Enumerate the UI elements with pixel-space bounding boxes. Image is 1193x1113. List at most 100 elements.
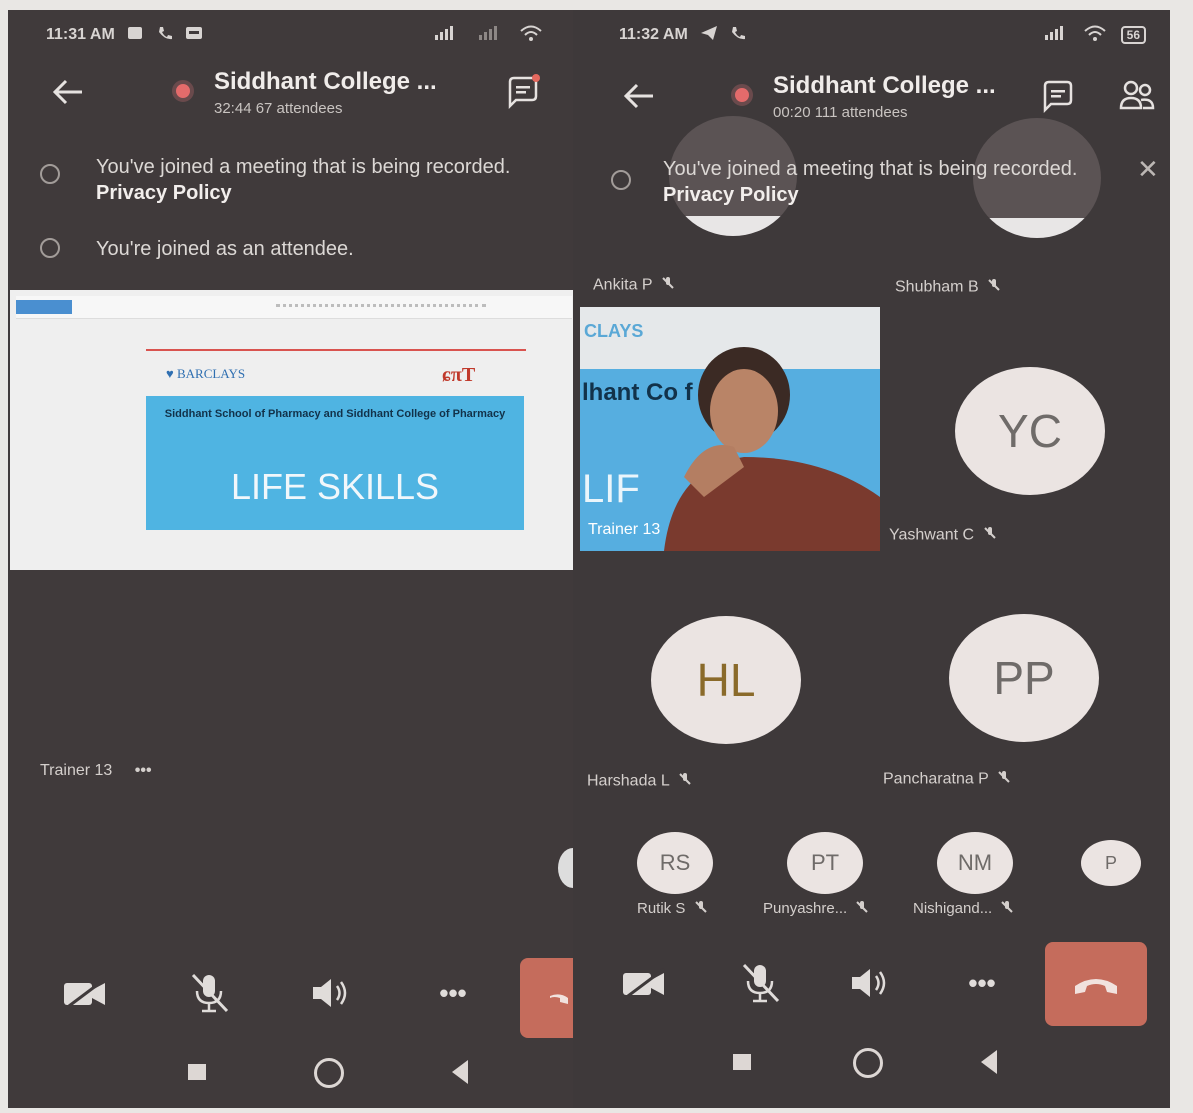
status-bar: 11:32 AM 56	[619, 22, 1146, 48]
phone-call-icon	[730, 25, 746, 46]
participant-name: Punyashre...	[763, 900, 848, 917]
toolbar-placeholder	[276, 304, 486, 311]
recents-button-icon[interactable]	[188, 1064, 206, 1080]
avatar-harshada[interactable]: HL	[651, 616, 801, 744]
presenter-name: Trainer 13	[40, 762, 113, 779]
participant-name: Nishigand...	[913, 900, 993, 917]
info-icon	[40, 238, 60, 258]
hang-up-button[interactable]	[520, 958, 573, 1038]
recording-notice: You've joined a meeting that is being re…	[663, 156, 1093, 208]
video-slide-text-3: LIF	[582, 467, 640, 511]
home-button-icon[interactable]	[314, 1058, 344, 1088]
avatar-p[interactable]: P	[1081, 840, 1141, 886]
slide-title-box: Siddhant School of Pharmacy and Siddhant…	[146, 396, 524, 530]
presenter-more-button[interactable]: •••	[135, 762, 152, 779]
participant-video-trainer[interactable]: CLAYS lhant Co f Phar LIF Trainer 13	[580, 307, 880, 551]
teams-notification-icon	[127, 25, 145, 46]
avatar-yashwant[interactable]: YC	[955, 367, 1105, 495]
hang-up-icon	[1075, 979, 1117, 994]
message-notification-icon	[185, 26, 203, 45]
cell-signal-icon	[1041, 25, 1069, 46]
shared-screen-content[interactable]: ♥ BARCLAYS ɕπT Siddhant School of Pharma…	[10, 290, 573, 570]
avatar-pancharatna[interactable]: PP	[949, 614, 1099, 742]
video-slide-text-1: CLAYS	[584, 321, 644, 341]
cell-signal-icon	[431, 25, 461, 46]
meeting-duration-attendees: 00:20 111 attendees	[773, 104, 908, 121]
hang-up-button[interactable]	[1045, 942, 1147, 1026]
recents-button-icon[interactable]	[733, 1054, 751, 1070]
avatar-nishigand[interactable]: NM	[937, 832, 1013, 894]
mic-muted-icon	[1000, 900, 1014, 918]
participant-name: Rutik S	[637, 900, 686, 917]
meeting-header: Siddhant College ... 00:20 111 attendees	[573, 64, 1170, 134]
participants-icon[interactable]	[1117, 76, 1157, 116]
participant-label-shubham: Shubham B	[895, 278, 1001, 297]
participant-label-harshada: Harshada L	[587, 772, 692, 791]
mic-off-icon[interactable]	[735, 958, 785, 1008]
telegram-notification-icon	[700, 25, 718, 46]
presenter-label: Trainer 13 •••	[40, 762, 152, 780]
mic-off-icon[interactable]	[184, 968, 234, 1018]
chat-icon[interactable]	[1037, 76, 1077, 116]
attendee-notice: You're joined as an attendee.	[96, 238, 354, 260]
cell-signal-2-icon	[475, 25, 505, 46]
privacy-policy-link[interactable]: Privacy Policy	[663, 184, 799, 206]
status-time: 11:31 AM	[46, 26, 115, 43]
participant-name: Harshada L	[587, 772, 670, 790]
status-bar: 11:31 AM	[46, 22, 543, 48]
camera-off-icon[interactable]	[619, 958, 669, 1008]
strip-label-nishigand: Nishigand...	[913, 900, 1014, 918]
chat-icon[interactable]	[502, 72, 542, 112]
participant-label-ankita: Ankita P	[593, 276, 675, 295]
close-icon[interactable]: ✕	[1137, 154, 1159, 185]
more-options-button[interactable]: •••	[428, 968, 478, 1018]
hang-up-icon	[550, 994, 568, 1004]
speaker-icon[interactable]	[845, 958, 895, 1008]
presentation-tab	[16, 300, 72, 314]
recording-notice: You've joined a meeting that is being re…	[96, 154, 536, 206]
avatar-rutik[interactable]: RS	[637, 832, 713, 894]
camera-off-icon[interactable]	[60, 968, 110, 1018]
participant-name: Shubham B	[895, 278, 979, 296]
mic-muted-icon	[997, 770, 1011, 789]
barclays-logo: ♥ BARCLAYS	[166, 366, 246, 381]
strip-label-rutik: Rutik S	[637, 900, 708, 918]
mic-muted-icon	[678, 772, 692, 791]
back-arrow-icon[interactable]	[48, 72, 88, 112]
back-arrow-icon[interactable]	[619, 76, 659, 116]
mic-muted-icon	[661, 276, 675, 295]
left-phone-screen: 11:31 AM Siddhant College ... 32:44 67 a…	[8, 10, 573, 1108]
recording-notice-text: You've joined a meeting that is being re…	[663, 158, 1078, 180]
participant-name: Ankita P	[593, 276, 653, 294]
avatar-punyashre[interactable]: PT	[787, 832, 863, 894]
mic-muted-icon	[694, 900, 708, 918]
back-button-icon[interactable]	[448, 1058, 472, 1091]
participant-name: Yashwant C	[889, 526, 975, 544]
mic-muted-icon	[987, 278, 1001, 297]
call-controls: •••	[573, 942, 1170, 1028]
more-options-button[interactable]: •••	[957, 958, 1007, 1008]
recording-notice-text: You've joined a meeting that is being re…	[96, 156, 511, 178]
home-button-icon[interactable]	[853, 1048, 883, 1078]
privacy-policy-link[interactable]: Privacy Policy	[96, 182, 232, 204]
participant-name-trainer: Trainer 13	[588, 521, 661, 538]
battery-icon: 56	[1120, 26, 1146, 44]
recording-indicator-icon	[172, 80, 194, 102]
android-nav-bar	[573, 1038, 1170, 1088]
meeting-duration-attendees: 32:44 67 attendees	[214, 100, 343, 117]
slide-school-text: Siddhant School of Pharmacy and Siddhant…	[164, 408, 506, 420]
mic-muted-icon	[983, 526, 997, 545]
recording-indicator-icon	[731, 84, 753, 106]
android-nav-bar	[8, 1048, 573, 1098]
barclays-logo-text: BARCLAYS	[176, 366, 246, 381]
mic-muted-icon	[855, 900, 869, 918]
meeting-header: Siddhant College ... 32:44 67 attendees	[8, 60, 573, 130]
partner-logo: ɕπT	[442, 364, 476, 386]
speaker-icon[interactable]	[306, 968, 356, 1018]
back-button-icon[interactable]	[977, 1048, 1001, 1081]
slide-heading: LIFE SKILLS	[230, 466, 440, 507]
call-controls: •••	[8, 958, 573, 1038]
trainer-person-video	[664, 347, 880, 551]
info-icon	[40, 164, 60, 184]
participant-name: Pancharatna P	[883, 770, 989, 788]
